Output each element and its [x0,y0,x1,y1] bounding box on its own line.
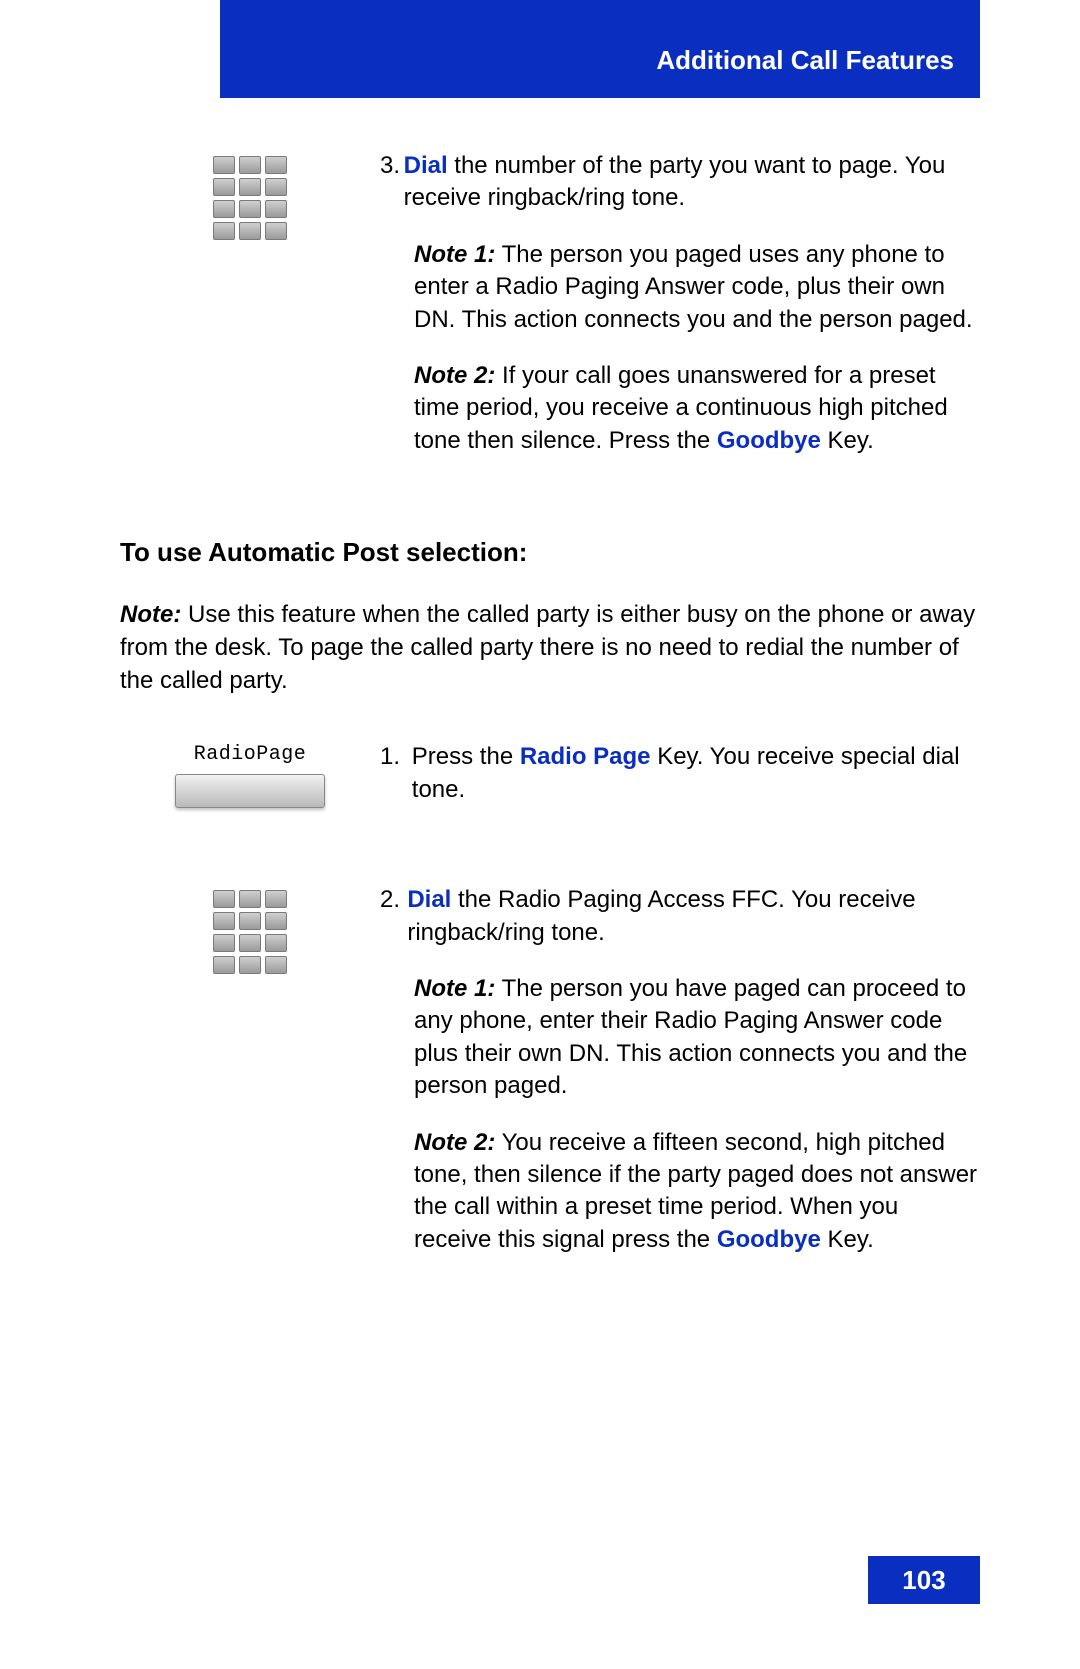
dial-key-label: Dial [407,886,451,913]
keypad-icon [213,156,287,240]
header-title: Additional Call Features [656,45,954,76]
step-2-lead: the Radio Paging Access FFC. You receive… [407,886,915,945]
content-area: 3. Dial the number of the party you want… [120,150,980,1280]
dial-key-label: Dial [404,152,448,179]
auto-post-note: Note: Use this feature when the called p… [120,598,980,697]
note-2-label: Note 2: [414,1129,495,1156]
keypad-icon-col [120,884,380,974]
softkey-icon: RadioPage [175,743,325,808]
step-1-row: RadioPage 1. Press the Radio Page Key. Y… [120,741,980,830]
step-number: 1. [380,741,412,806]
softkey-button-graphic [175,774,325,808]
step-1-text-a: Press the [412,743,520,770]
step-2-row: 2. Dial the Radio Paging Access FFC. You… [120,884,980,1280]
softkey-col: RadioPage [120,741,380,808]
step-3-row: 3. Dial the number of the party you want… [120,150,980,481]
step-number: 3. [380,150,404,215]
step-3-text: 3. Dial the number of the party you want… [380,150,980,481]
keypad-icon-col [120,150,380,240]
note-1-text: The person you paged uses any phone to e… [414,241,973,333]
radio-page-key-label: Radio Page [520,743,651,770]
keypad-icon [213,890,287,974]
header-band: Additional Call Features [220,0,980,98]
note-2-text-b: Key. [821,427,874,454]
note-2-text-b: Key. [821,1226,874,1253]
softkey-label: RadioPage [175,743,325,766]
note-1-text: The person you have paged can proceed to… [414,975,967,1099]
goodbye-key-label: Goodbye [717,1226,821,1253]
step-1-text: 1. Press the Radio Page Key. You receive… [380,741,980,830]
note-1-label: Note 1: [414,241,495,268]
page-number: 103 [868,1556,980,1604]
auto-post-heading: To use Automatic Post selection: [120,537,980,568]
section-note-label: Note: [120,601,181,628]
step-3-lead: the number of the party you want to page… [404,152,946,211]
step-number: 2. [380,884,407,949]
goodbye-key-label: Goodbye [717,427,821,454]
step-2-text: 2. Dial the Radio Paging Access FFC. You… [380,884,980,1280]
note-1-label: Note 1: [414,975,495,1002]
note-2-text-a: You receive a fifteen second, high pitch… [414,1129,977,1253]
note-2-label: Note 2: [414,362,495,389]
manual-page: Additional Call Features 3. Dial the num… [0,0,1080,1669]
section-note-text: Use this feature when the called party i… [120,601,975,694]
